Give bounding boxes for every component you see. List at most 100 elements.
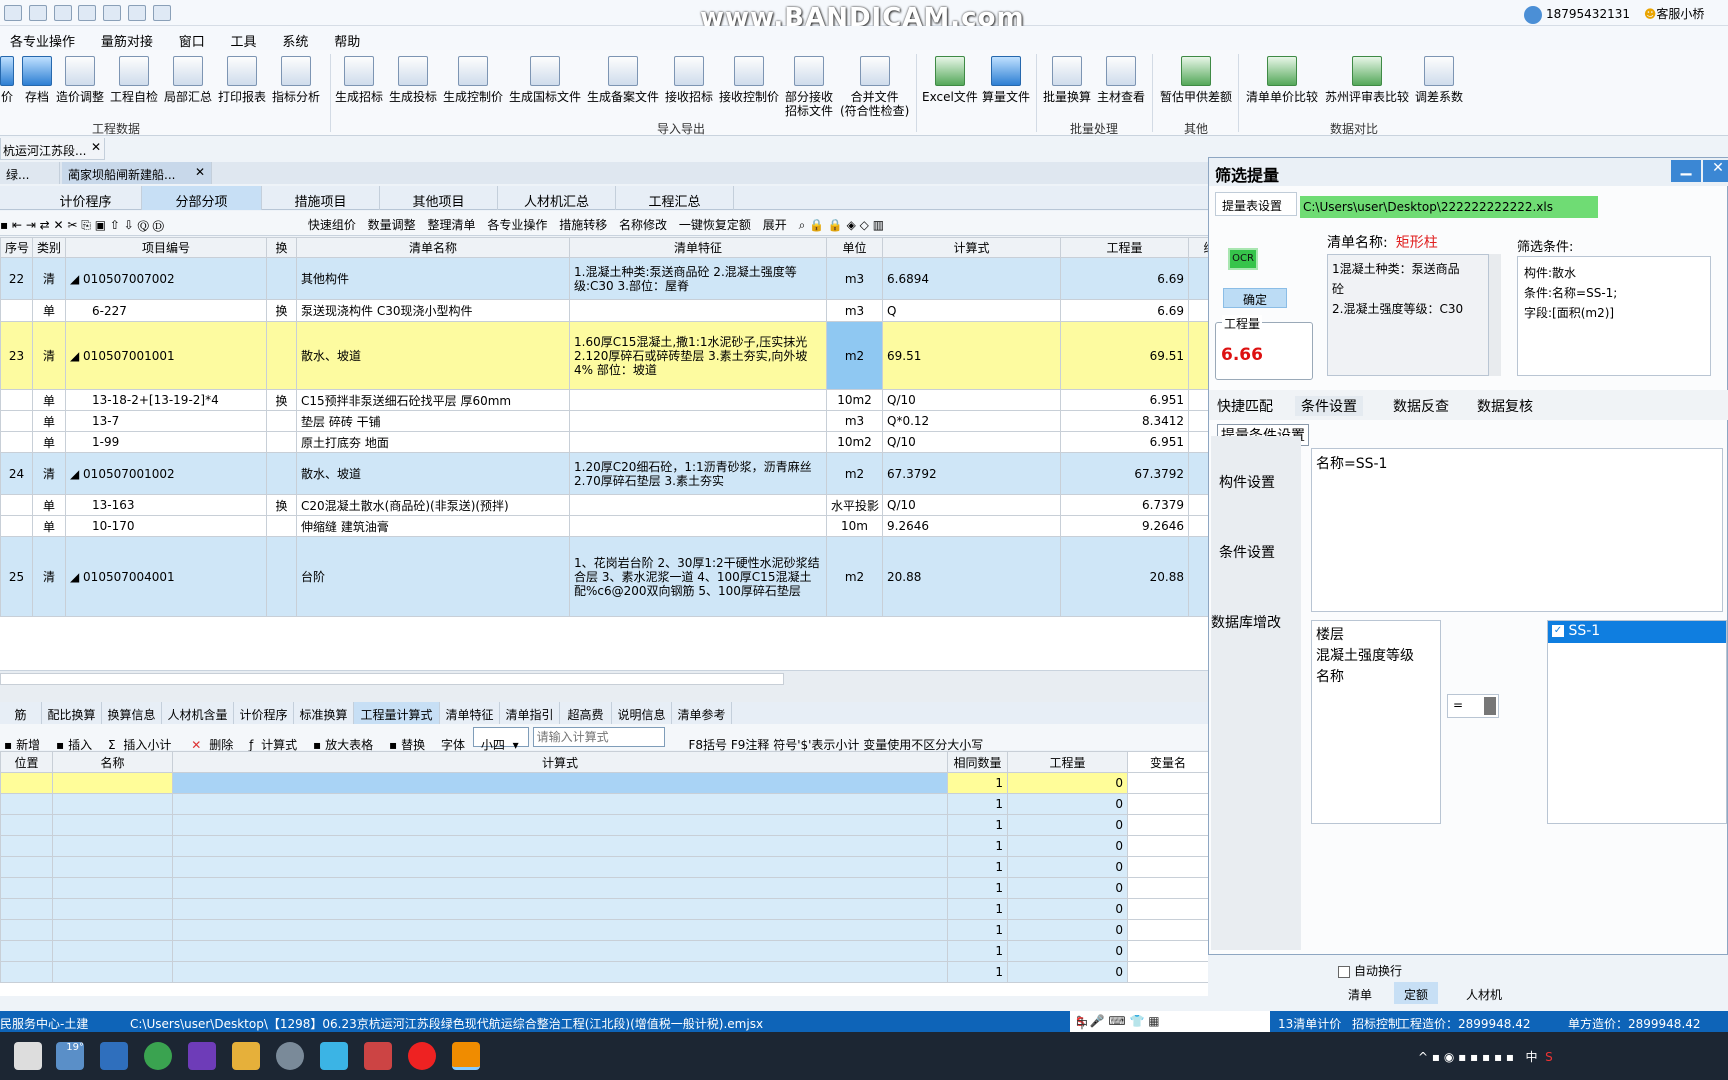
cell-unit[interactable]: m2 — [826, 321, 883, 390]
cell-code[interactable]: ◢ 010507007002 — [65, 257, 267, 300]
ocr-button[interactable]: OCR — [1228, 248, 1258, 270]
cell-extra[interactable] — [1188, 321, 1208, 390]
formula-row[interactable]: 10 — [0, 877, 1208, 899]
formula-cell[interactable]: 1 — [947, 793, 1008, 815]
sum-icon[interactable] — [78, 5, 97, 21]
formula-cell[interactable] — [172, 940, 948, 962]
cell-qty[interactable]: 6.7379 — [1060, 494, 1189, 516]
cell-unit[interactable]: m3 — [826, 299, 883, 322]
cell-name[interactable]: 散水、坡道 — [296, 321, 570, 390]
ribbon-suzhou-review-button[interactable]: 苏州评审表比较 — [1325, 56, 1409, 104]
table-row[interactable]: 单 1-99 原土打底夯 地面 10m2 Q/10 6.951 — [0, 431, 1208, 453]
font-size-select[interactable]: 小四 ▾ — [472, 727, 529, 752]
cell-feat[interactable] — [569, 431, 827, 453]
feature-scrollbar[interactable] — [1489, 254, 1501, 376]
table-row[interactable]: 25 清 ◢ 010507004001 台阶 1、花岗岩台阶 2、30厚1:2干硬性水泥… — [0, 536, 1208, 617]
formula-cell[interactable] — [0, 856, 53, 878]
variable-cell[interactable] — [1127, 793, 1208, 815]
menu-item[interactable]: 量筋对接 — [91, 26, 165, 50]
cell-type[interactable]: 清 — [32, 452, 66, 495]
cell-feat[interactable]: 1、花岗岩台阶 2、30厚1:2干硬性水泥砂浆结合层 3、素水泥浆一道 4、10… — [569, 536, 827, 617]
cell-expr[interactable]: Q/10 — [882, 389, 1061, 411]
formula-cell[interactable] — [172, 772, 948, 794]
formula-cell[interactable]: 0 — [1007, 772, 1128, 794]
quick-price-button[interactable]: 快速组价 — [304, 211, 360, 233]
path-label[interactable]: 提量表设置 — [1215, 192, 1297, 216]
formula-cell[interactable] — [52, 940, 173, 962]
cell-name[interactable]: 台阶 — [296, 536, 570, 617]
record-icon[interactable] — [408, 1042, 436, 1070]
user-area[interactable]: 18795432131 ☻客服小桥 — [1524, 5, 1704, 24]
project-tab[interactable]: 绿... — [0, 162, 60, 184]
tab-other-items[interactable]: 其他项目 — [380, 186, 498, 210]
print-icon[interactable] — [103, 5, 122, 21]
cell-type[interactable]: 单 — [32, 515, 66, 537]
formula-cell[interactable]: 0 — [1007, 793, 1128, 815]
cell-extra[interactable] — [1188, 494, 1208, 516]
cell-qty[interactable]: 6.69 — [1060, 257, 1189, 300]
ribbon-print-report-button[interactable]: 打印报表 — [218, 56, 266, 104]
cell-name[interactable]: 垫层 碎砖 干铺 — [296, 410, 570, 432]
formula-cell[interactable] — [172, 835, 948, 857]
cell-unit[interactable]: m2 — [826, 452, 883, 495]
tab-measures[interactable]: 措施项目 — [262, 186, 380, 210]
cell-chg[interactable] — [266, 410, 297, 432]
cell-type[interactable]: 单 — [32, 431, 66, 453]
cell-extra[interactable] — [1188, 515, 1208, 537]
tab-sub-items[interactable]: 分部分项 — [142, 186, 262, 210]
formula-cell[interactable]: 0 — [1007, 835, 1128, 857]
ribbon-receive-control-button[interactable]: 接收控制价 — [719, 56, 779, 104]
operator-select[interactable]: = — [1447, 694, 1499, 718]
ribbon-adjust-coef-button[interactable]: 调差系数 — [1415, 56, 1463, 104]
cell-expr[interactable]: 67.3792 — [882, 452, 1061, 495]
app-icon[interactable] — [100, 1042, 128, 1070]
variable-cell[interactable] — [1127, 919, 1208, 941]
ribbon-batch-convert-button[interactable]: 批量换算 — [1043, 56, 1091, 104]
variable-cell[interactable] — [1127, 961, 1208, 983]
ribbon-provisional-diff-button[interactable]: 暂估甲供差额 — [1160, 56, 1232, 104]
measure-transfer-button[interactable]: 措施转移 — [555, 211, 611, 233]
cell-feat[interactable] — [569, 515, 827, 537]
variable-cell[interactable] — [1127, 835, 1208, 857]
cell-no[interactable] — [0, 299, 33, 322]
browser-icon[interactable] — [144, 1042, 172, 1070]
replace-button[interactable]: ▪ 替换 — [385, 724, 433, 753]
field-list[interactable]: 楼层 混凝土强度等级 名称 — [1311, 620, 1441, 824]
formula-cell[interactable] — [0, 814, 53, 836]
formula-cell[interactable] — [172, 856, 948, 878]
formula-cell[interactable] — [52, 835, 173, 857]
ribbon-gen-record-file-button[interactable]: 生成备案文件 — [587, 56, 659, 104]
tab-bill[interactable]: 清单 — [1338, 982, 1382, 1004]
detail-tab[interactable]: 人材机含量 — [162, 702, 234, 724]
table-row[interactable]: 22 清 ◢ 010507007002 其他构件 1.混凝土种类:泵送商品砼 2.混凝土… — [0, 257, 1208, 300]
restore-quota-button[interactable]: 一键恢复定额 — [675, 211, 755, 233]
delete-button[interactable]: ✕ 删除 — [183, 724, 241, 753]
rename-button[interactable]: 名称修改 — [615, 211, 671, 233]
t-app-icon[interactable] — [320, 1042, 348, 1070]
cell-qty[interactable]: 69.51 — [1060, 321, 1189, 390]
cell-no[interactable] — [0, 410, 33, 432]
cell-extra[interactable] — [1188, 257, 1208, 300]
formula-row[interactable]: 10 — [0, 919, 1208, 941]
formula-cell[interactable] — [172, 898, 948, 920]
settings-icon[interactable] — [276, 1042, 304, 1070]
cell-code[interactable]: ◢ 010507001001 — [65, 321, 267, 390]
visual-studio-icon[interactable] — [188, 1042, 216, 1070]
cell-feat[interactable]: 1.20厚C20细石砼，1:1沥青砂浆，沥青麻丝 2.70厚碎石垫层 3.素土夯… — [569, 452, 827, 495]
detail-tab[interactable]: 清单指引 — [500, 702, 560, 724]
menu-item[interactable]: 工具 — [221, 26, 269, 50]
add-button[interactable]: ▪ 新增 — [0, 724, 48, 753]
cell-expr[interactable]: Q*0.12 — [882, 410, 1061, 432]
cell-unit[interactable]: 水平投影 — [826, 494, 883, 516]
detail-tab[interactable]: 标准换算 — [294, 702, 354, 724]
cell-feat[interactable] — [569, 494, 827, 516]
detail-tab[interactable]: 配比换算 — [42, 702, 102, 724]
cell-chg[interactable] — [266, 452, 297, 495]
cell-expr[interactable]: 6.6894 — [882, 257, 1061, 300]
formula-row[interactable]: 10 — [0, 961, 1208, 983]
formula-cell[interactable] — [52, 856, 173, 878]
formula-cell[interactable]: 1 — [947, 898, 1008, 920]
field-item[interactable]: 混凝土强度等级 — [1316, 646, 1436, 667]
cell-qty[interactable]: 6.951 — [1060, 431, 1189, 453]
ribbon-gen-tender-button[interactable]: 生成招标 — [335, 56, 383, 104]
